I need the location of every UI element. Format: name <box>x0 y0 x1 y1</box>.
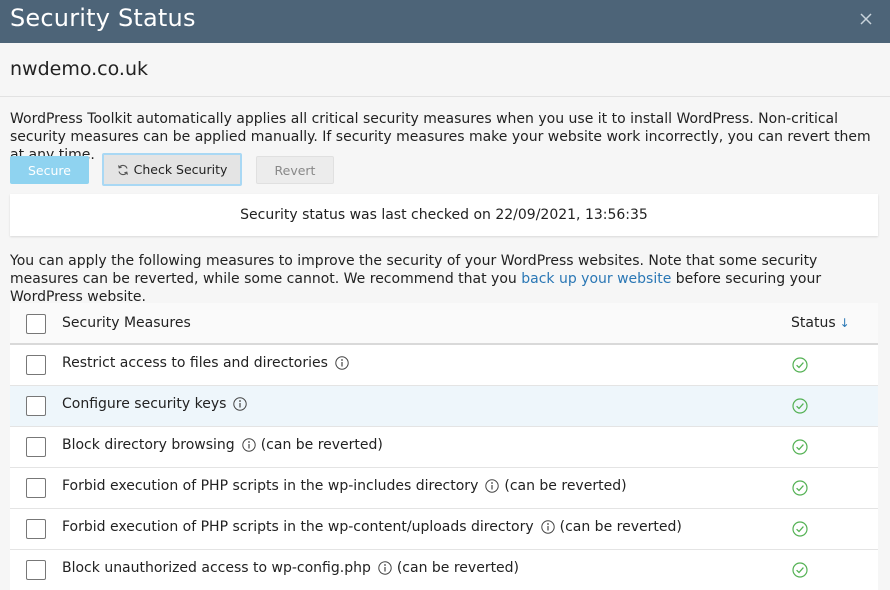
revert-button[interactable]: Revert <box>256 156 334 184</box>
select-all-checkbox[interactable] <box>26 314 46 334</box>
secure-button[interactable]: Secure <box>10 156 89 184</box>
window-title: Security Status <box>10 4 196 32</box>
check-security-label: Check Security <box>133 162 228 177</box>
site-domain: nwdemo.co.uk <box>10 58 148 80</box>
info-icon[interactable] <box>335 356 349 370</box>
info-icon[interactable] <box>378 561 392 575</box>
check-circle-icon <box>792 521 808 537</box>
header-status[interactable]: Status ↓ <box>791 315 850 331</box>
revert-note: (can be reverted) <box>559 519 682 535</box>
measure-label: Forbid execution of PHP scripts in the w… <box>62 519 534 535</box>
row-checkbox[interactable] <box>26 355 46 375</box>
table-row[interactable]: Forbid execution of PHP scripts in the w… <box>10 509 878 550</box>
table-row[interactable]: Block directory browsing (can be reverte… <box>10 427 878 468</box>
measure-label: Block directory browsing <box>62 437 235 453</box>
check-security-button[interactable]: Check Security <box>102 153 242 186</box>
row-checkbox[interactable] <box>26 560 46 580</box>
divider <box>0 96 890 97</box>
revert-note: (can be reverted) <box>396 560 520 576</box>
revert-note: (can be reverted) <box>504 478 627 494</box>
table-header: Security Measures Status ↓ <box>10 303 878 345</box>
measure-label: Restrict access to files and directories <box>62 355 328 371</box>
status-message: Security status was last checked on 22/0… <box>240 207 648 223</box>
header-status-label: Status <box>791 315 836 331</box>
sort-arrow-icon: ↓ <box>839 316 850 330</box>
info-icon[interactable] <box>242 438 256 452</box>
measure-label: Block unauthorized access to wp-config.p… <box>62 560 371 576</box>
check-circle-icon <box>792 562 808 578</box>
title-bar: Security Status <box>0 0 890 43</box>
security-measures-table: Security Measures Status ↓ Restrict acces… <box>10 303 878 590</box>
info-icon[interactable] <box>485 479 500 493</box>
table-row[interactable]: Block unauthorized access to wp-config.p… <box>10 550 878 590</box>
row-checkbox[interactable] <box>26 519 46 539</box>
info-icon[interactable] <box>540 520 555 534</box>
check-circle-icon <box>792 480 808 496</box>
measure-label: Configure security keys <box>62 396 227 412</box>
header-security-measures[interactable]: Security Measures <box>62 315 191 331</box>
backup-link[interactable]: back up your website <box>521 271 671 287</box>
close-icon[interactable] <box>858 11 874 27</box>
row-checkbox[interactable] <box>26 478 46 498</box>
check-circle-icon <box>792 398 808 414</box>
refresh-icon <box>117 164 128 175</box>
check-circle-icon <box>792 357 808 373</box>
row-checkbox[interactable] <box>26 396 46 416</box>
info-icon[interactable] <box>233 397 248 411</box>
status-message-box: Security status was last checked on 22/0… <box>10 194 878 236</box>
row-checkbox[interactable] <box>26 437 46 457</box>
table-row[interactable]: Configure security keys <box>10 386 878 427</box>
table-row[interactable]: Restrict access to files and directories <box>10 345 878 386</box>
measure-label: Forbid execution of PHP scripts in the w… <box>62 478 479 494</box>
revert-note: (can be reverted) <box>260 437 383 453</box>
note-text: You can apply the following measures to … <box>10 252 888 306</box>
check-circle-icon <box>792 439 808 455</box>
table-row[interactable]: Forbid execution of PHP scripts in the w… <box>10 468 878 509</box>
